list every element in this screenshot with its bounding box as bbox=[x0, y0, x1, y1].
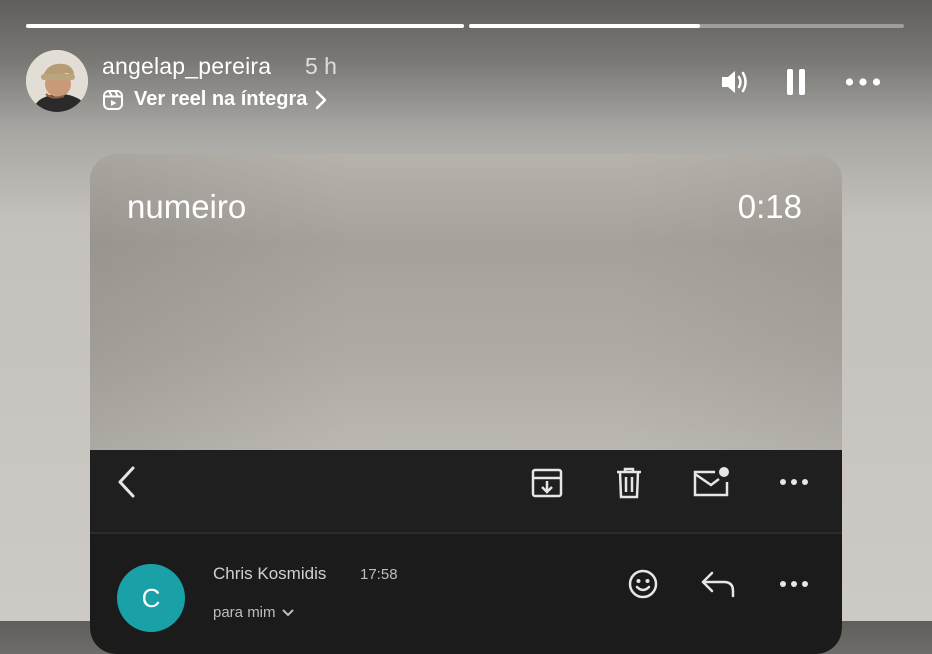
chevron-right-icon bbox=[316, 90, 327, 109]
profile-avatar[interactable] bbox=[26, 50, 88, 112]
sent-time: 17:58 bbox=[360, 566, 398, 583]
username[interactable]: angelap_pereira bbox=[102, 53, 271, 80]
sender-avatar[interactable]: C bbox=[117, 564, 185, 632]
progress-fill bbox=[469, 24, 700, 28]
trash-icon[interactable] bbox=[609, 463, 649, 503]
email-toolbar bbox=[90, 450, 842, 534]
reel-video[interactable]: numeiro 0:18 C Chris Kosmidis 17:58 para… bbox=[90, 154, 842, 654]
progress-fill bbox=[26, 24, 464, 28]
recipient-label: para mim bbox=[213, 604, 276, 621]
story-progress-segment-1 bbox=[26, 24, 464, 28]
more-icon[interactable] bbox=[774, 462, 814, 502]
email-message-header: C Chris Kosmidis 17:58 para mim bbox=[90, 534, 842, 654]
archive-icon[interactable] bbox=[527, 463, 567, 503]
reply-icon[interactable] bbox=[698, 564, 738, 604]
message-more-icon[interactable] bbox=[774, 564, 814, 604]
reels-icon bbox=[103, 89, 123, 110]
more-icon[interactable] bbox=[845, 64, 881, 100]
chevron-down-icon bbox=[281, 608, 294, 616]
view-full-reel-label: Ver reel na íntegra bbox=[134, 88, 308, 110]
video-timer: 0:18 bbox=[737, 188, 802, 225]
profile-photo-icon bbox=[26, 50, 88, 112]
sender-name[interactable]: Chris Kosmidis bbox=[213, 564, 326, 584]
story-progress-segment-2 bbox=[469, 24, 904, 28]
pause-icon[interactable] bbox=[778, 64, 814, 100]
back-icon[interactable] bbox=[107, 462, 147, 502]
video-title: numeiro bbox=[127, 188, 247, 225]
recipient-dropdown[interactable]: para mim bbox=[213, 604, 294, 621]
mark-unread-icon[interactable] bbox=[691, 462, 731, 502]
emoji-icon[interactable] bbox=[623, 564, 663, 604]
view-full-reel-link[interactable]: Ver reel na íntegra bbox=[102, 88, 337, 111]
volume-icon[interactable] bbox=[717, 64, 753, 100]
post-time: 5 h bbox=[305, 53, 337, 79]
